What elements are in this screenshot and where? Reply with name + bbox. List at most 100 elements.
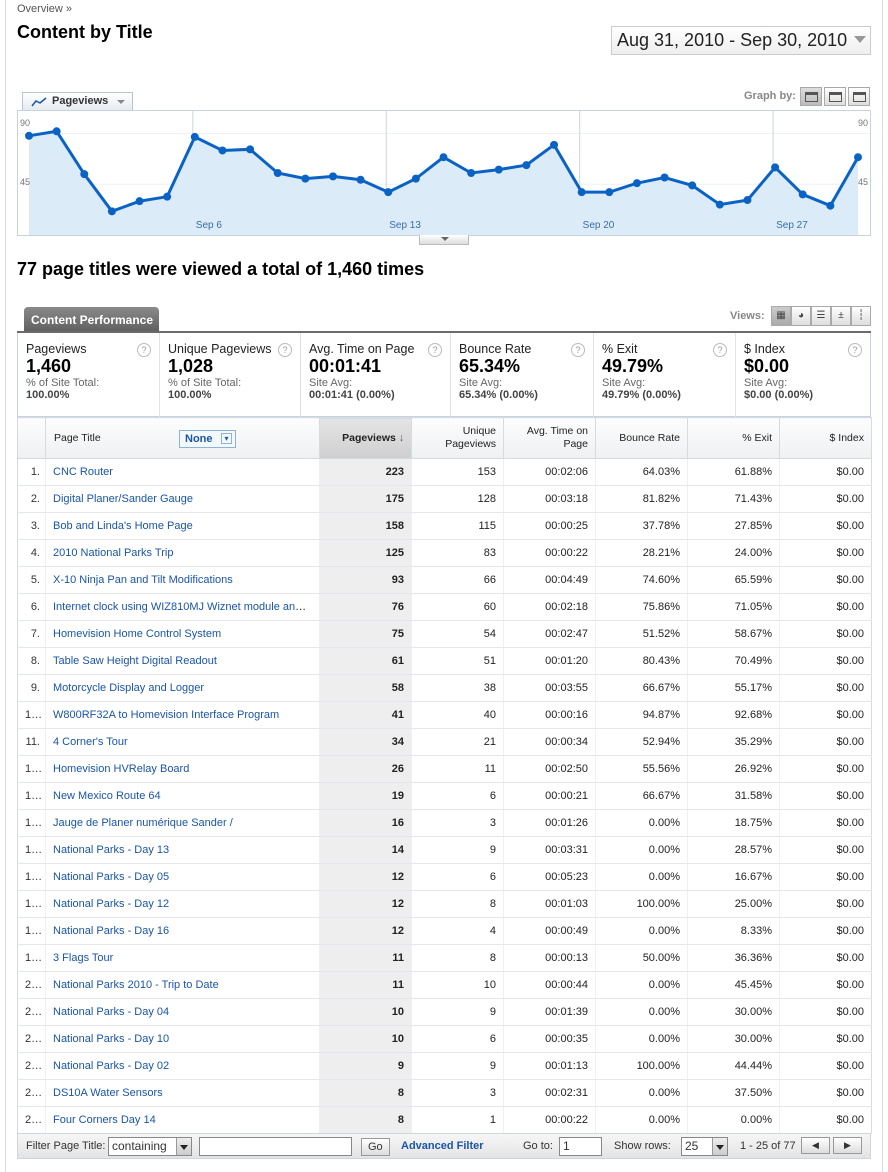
help-icon[interactable]: ? xyxy=(278,343,292,357)
chart-data-point[interactable] xyxy=(743,196,752,205)
header-exit[interactable]: % Exit xyxy=(687,417,780,459)
help-icon[interactable]: ? xyxy=(137,343,151,357)
page-title-link[interactable]: Motorcycle Display and Logger xyxy=(45,674,320,702)
chart-data-point[interactable] xyxy=(854,153,862,162)
page-title-link[interactable]: National Parks - Day 13 xyxy=(45,836,320,864)
page-title-text[interactable]: Digital Planer/Sander Gauge xyxy=(53,493,193,505)
chart-data-point[interactable] xyxy=(660,173,669,182)
page-title-text[interactable]: National Parks - Day 05 xyxy=(53,871,169,883)
table-row[interactable]: 8. Table Saw Height Digital Readout 61 51 00… xyxy=(17,647,872,675)
page-title-link[interactable]: National Parks - Day 02 xyxy=(45,1052,320,1080)
show-rows-select[interactable]: 25 xyxy=(681,1137,728,1156)
table-row[interactable]: 6. Internet clock using WIZ810MJ Wiznet m… xyxy=(17,593,872,621)
help-icon[interactable]: ? xyxy=(713,343,727,357)
table-row[interactable]: 7. Homevision Home Control System 75 54 00:0… xyxy=(17,620,872,648)
chart-data-point[interactable] xyxy=(301,174,310,183)
page-title-link[interactable]: Jauge de Planer numérique Sander / xyxy=(45,809,320,837)
table-row[interactable]: 12. Homevision HVRelay Board 26 11 00:02:50 5… xyxy=(17,755,872,783)
secondary-dimension-select[interactable]: None ▾ xyxy=(179,430,236,448)
page-title-link[interactable]: Table Saw Height Digital Readout xyxy=(45,647,320,675)
table-row[interactable]: 1. CNC Router 223 153 00:02:06 64.03% 61.88% $0… xyxy=(17,458,872,486)
graph-by-week-button[interactable] xyxy=(824,87,846,106)
chart-data-point[interactable] xyxy=(328,172,337,181)
chart-data-point[interactable] xyxy=(632,179,641,188)
table-row[interactable]: 15. National Parks - Day 13 14 9 00:03:31 0.0… xyxy=(17,836,872,864)
page-title-text[interactable]: Homevision Home Control System xyxy=(53,628,221,640)
page-title-text[interactable]: National Parks - Day 04 xyxy=(53,1006,169,1018)
chart-data-point[interactable] xyxy=(411,174,420,183)
table-row[interactable]: 17. National Parks - Day 12 12 8 00:01:03 100… xyxy=(17,890,872,918)
scorecard-pageviews[interactable]: Pageviews 1,460 % of Site Total: 100.00%… xyxy=(18,333,160,417)
header-avg-time[interactable]: Avg. Time on Page xyxy=(503,417,596,459)
help-icon[interactable]: ? xyxy=(571,343,585,357)
page-title-text[interactable]: National Parks - Day 02 xyxy=(53,1060,169,1072)
table-row[interactable]: 2. Digital Planer/Sander Gauge 175 128 00:03… xyxy=(17,485,872,513)
table-row[interactable]: 14. Jauge de Planer numérique Sander / 16 3… xyxy=(17,809,872,837)
page-title-text[interactable]: National Parks - Day 12 xyxy=(53,898,169,910)
view-table-button[interactable]: ▦ xyxy=(771,306,791,326)
scorecard-exit[interactable]: % Exit 49.79% Site Avg: 49.79% (0.00%) ? xyxy=(594,333,736,417)
scorecard-index[interactable]: $ Index $0.00 Site Avg: $0.00 (0.00%) ? xyxy=(736,333,870,417)
page-title-link[interactable]: W800RF32A to Homevision Interface Progra… xyxy=(45,701,320,729)
chart-data-point[interactable] xyxy=(135,197,144,206)
page-title-link[interactable]: Bob and Linda's Home Page xyxy=(45,512,320,540)
page-title-text[interactable]: National Parks - Day 10 xyxy=(53,1033,169,1045)
page-title-link[interactable]: National Parks - Day 10 xyxy=(45,1025,320,1053)
chart-data-point[interactable] xyxy=(52,127,61,136)
breadcrumb[interactable]: Overview » xyxy=(17,3,72,15)
page-title-text[interactable]: Four Corners Day 14 xyxy=(53,1114,156,1126)
advanced-filter-link[interactable]: Advanced Filter xyxy=(401,1140,484,1152)
filter-input[interactable] xyxy=(199,1137,352,1156)
chart-data-point[interactable] xyxy=(246,145,255,154)
prev-page-button[interactable]: ◀ xyxy=(801,1137,830,1154)
page-title-text[interactable]: Motorcycle Display and Logger xyxy=(53,682,204,694)
table-row[interactable]: 3. Bob and Linda's Home Page 158 115 00:00:2… xyxy=(17,512,872,540)
chart-data-point[interactable] xyxy=(522,161,531,170)
chart-data-point[interactable] xyxy=(826,201,835,210)
page-title-link[interactable]: Homevision HVRelay Board xyxy=(45,755,320,783)
page-title-text[interactable]: DS10A Water Sensors xyxy=(53,1087,163,1099)
chart-data-point[interactable] xyxy=(163,192,172,201)
page-title-text[interactable]: Table Saw Height Digital Readout xyxy=(53,655,217,667)
page-title-text[interactable]: W800RF32A to Homevision Interface Progra… xyxy=(53,709,279,721)
page-title-link[interactable]: DS10A Water Sensors xyxy=(45,1079,320,1107)
table-row[interactable]: 25. Four Corners Day 14 8 1 00:00:22 0.00% 0.0… xyxy=(17,1106,872,1134)
page-title-link[interactable]: National Parks - Day 05 xyxy=(45,863,320,891)
chart-collapse-handle[interactable] xyxy=(419,235,469,245)
table-row[interactable]: 23. National Parks - Day 02 9 9 00:01:13 100.… xyxy=(17,1052,872,1080)
page-title-link[interactable]: National Parks - Day 16 xyxy=(45,917,320,945)
chart-data-point[interactable] xyxy=(577,188,586,197)
chart-data-point[interactable] xyxy=(80,170,89,179)
page-title-text[interactable]: CNC Router xyxy=(53,466,113,478)
tab-content-performance[interactable]: Content Performance xyxy=(24,307,159,332)
page-title-link[interactable]: National Parks - Day 12 xyxy=(45,890,320,918)
chart-data-point[interactable] xyxy=(605,188,614,197)
header-page-title[interactable]: Page Title None ▾ xyxy=(45,417,320,459)
page-title-link[interactable]: X-10 Ninja Pan and Tilt Modifications xyxy=(45,566,320,594)
chart-data-point[interactable] xyxy=(384,188,393,197)
chart-data-point[interactable] xyxy=(771,163,780,172)
page-title-text[interactable]: 4 Corner's Tour xyxy=(53,736,128,748)
page-title-link[interactable]: 4 Corner's Tour xyxy=(45,728,320,756)
page-title-link[interactable]: Four Corners Day 14 xyxy=(45,1106,320,1134)
next-page-button[interactable]: ▶ xyxy=(833,1137,862,1154)
table-row[interactable]: 13. New Mexico Route 64 19 6 00:00:21 66.67% 3… xyxy=(17,782,872,810)
page-title-link[interactable]: National Parks 2010 - Trip to Date xyxy=(45,971,320,999)
page-title-link[interactable]: National Parks - Day 04 xyxy=(45,998,320,1026)
header-unique-pageviews[interactable]: Unique Pageviews xyxy=(411,417,504,459)
chart-data-point[interactable] xyxy=(798,190,807,199)
view-bar-button[interactable]: ☰ xyxy=(811,306,831,326)
page-title-text[interactable]: National Parks - Day 16 xyxy=(53,925,169,937)
table-row[interactable]: 4. 2010 National Parks Trip 125 83 00:00:22 2… xyxy=(17,539,872,567)
page-title-link[interactable]: New Mexico Route 64 xyxy=(45,782,320,810)
page-title-text[interactable]: X-10 Ninja Pan and Tilt Modifications xyxy=(53,574,233,586)
date-range-picker[interactable]: Aug 31, 2010 - Sep 30, 2010 xyxy=(611,26,871,55)
page-title-link[interactable]: CNC Router xyxy=(45,458,320,486)
view-pie-button[interactable]: ◕ xyxy=(791,306,811,326)
filter-mode-select[interactable]: containing xyxy=(108,1137,192,1156)
table-row[interactable]: 11. 4 Corner's Tour 34 21 00:00:34 52.94% 35.2… xyxy=(17,728,872,756)
graph-by-month-button[interactable] xyxy=(848,87,870,106)
chart-data-point[interactable] xyxy=(439,153,448,162)
table-row[interactable]: 24. DS10A Water Sensors 8 3 00:02:31 0.00% 37.… xyxy=(17,1079,872,1107)
chart-data-point[interactable] xyxy=(25,131,33,140)
